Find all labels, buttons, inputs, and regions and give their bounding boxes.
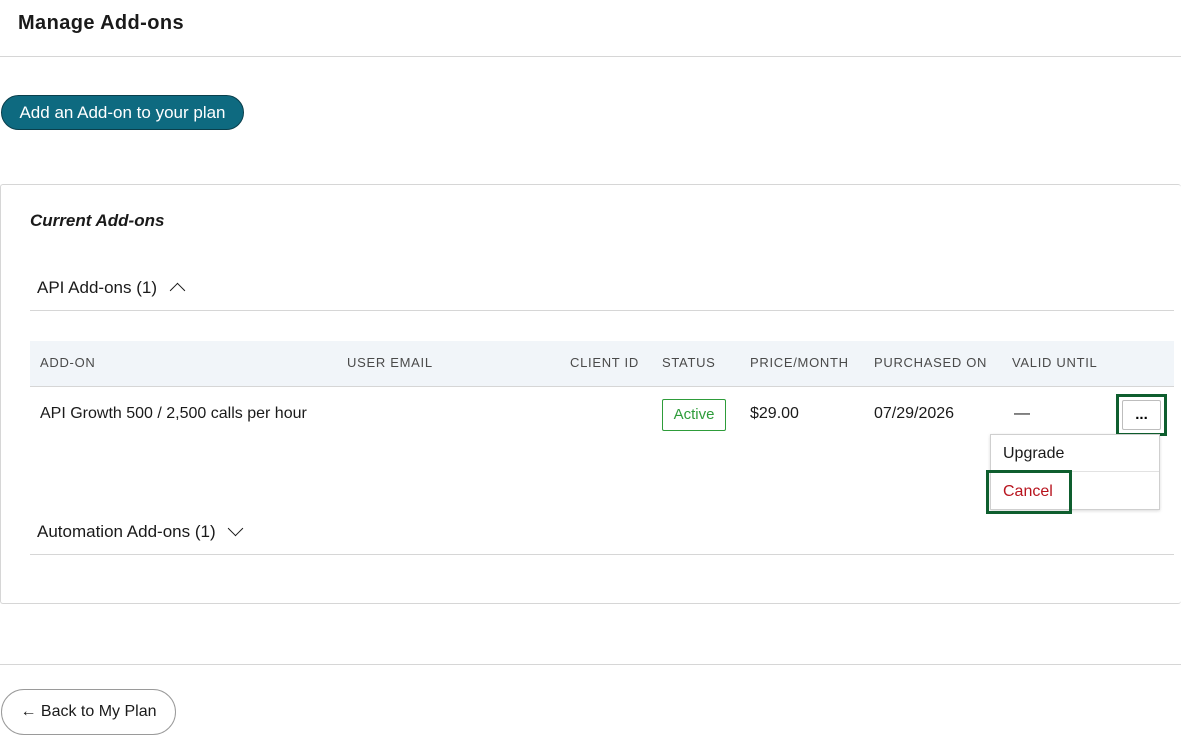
footer-divider <box>0 664 1181 665</box>
group-label: Automation Add-ons <box>37 522 191 541</box>
valid-until-cell: — <box>1014 405 1030 422</box>
addon-name: API Growth 500 / 2,500 calls per hour <box>40 405 307 422</box>
col-addon: ADD-ON <box>40 355 96 370</box>
group-label: API Add-ons <box>37 278 132 297</box>
status-badge: Active <box>662 399 726 431</box>
purchased-on-cell: 07/29/2026 <box>874 405 955 422</box>
automation-addons-group-header[interactable]: Automation Add-ons (1) <box>30 509 1174 555</box>
col-price-month: PRICE/MONTH <box>750 355 849 370</box>
current-addons-title: Current Add-ons <box>30 211 165 230</box>
highlight-frame-more: ... <box>1116 394 1167 436</box>
page-title: Manage Add-ons <box>18 12 184 34</box>
col-status: STATUS <box>662 355 716 370</box>
menu-item-upgrade[interactable]: Upgrade <box>991 435 1159 472</box>
col-user-email: USER EMAIL <box>347 355 433 370</box>
chevron-up-icon[interactable] <box>169 282 186 299</box>
col-purchased-on: PURCHASED ON <box>874 355 988 370</box>
chevron-down-icon[interactable] <box>228 520 244 537</box>
api-addons-group-header[interactable]: API Add-ons (1) <box>30 265 1174 311</box>
menu-item-cancel[interactable]: Cancel <box>991 473 1159 510</box>
table-header: ADD-ON USER EMAIL CLIENT ID STATUS PRICE… <box>30 341 1174 387</box>
add-addon-button[interactable]: Add an Add-on to your plan <box>1 95 244 130</box>
more-actions-button[interactable]: ... <box>1122 400 1161 430</box>
price-cell: $29.00 <box>750 405 799 422</box>
col-client-id: CLIENT ID <box>570 355 639 370</box>
group-count: (1) <box>194 522 216 541</box>
page-header: Manage Add-ons <box>0 0 1181 57</box>
row-actions-menu: Upgrade Cancel <box>990 434 1160 510</box>
back-to-my-plan-button[interactable]: ← Back to My Plan <box>1 689 176 735</box>
col-valid-until: VALID UNTIL <box>1012 355 1098 370</box>
group-count: (1) <box>136 278 158 297</box>
